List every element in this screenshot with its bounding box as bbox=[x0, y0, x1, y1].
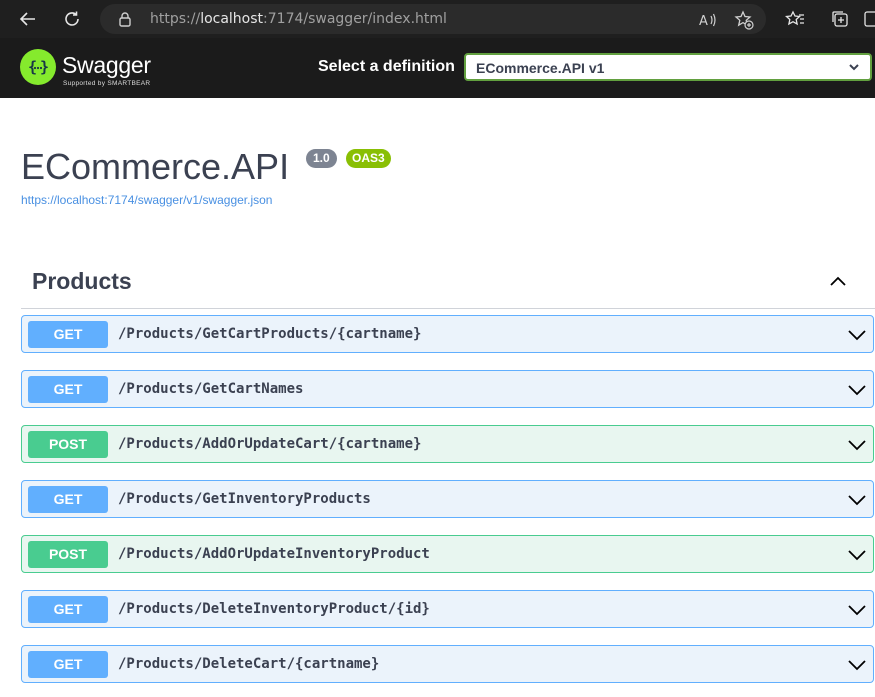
operation-block[interactable]: GET /Products/DeleteCart/{cartname} bbox=[21, 645, 874, 683]
method-badge: POST bbox=[28, 541, 108, 568]
svg-text:{: { bbox=[28, 58, 37, 76]
definition-select-label: Select a definition bbox=[318, 58, 455, 75]
operation-block[interactable]: GET /Products/GetCartNames bbox=[21, 370, 874, 408]
url-text: https://localhost:7174/swagger/index.htm… bbox=[150, 11, 447, 27]
operation-path: /Products/DeleteCart/{cartname} bbox=[118, 656, 380, 672]
operation-path: /Products/AddOrUpdateInventoryProduct bbox=[118, 546, 430, 562]
svg-text:A: A bbox=[699, 14, 708, 28]
lock-icon[interactable] bbox=[118, 11, 132, 32]
chevron-up-icon[interactable] bbox=[828, 272, 848, 297]
method-badge: GET bbox=[28, 596, 108, 623]
oas-badge: OAS3 bbox=[346, 149, 391, 168]
more-icon[interactable] bbox=[860, 6, 875, 32]
operation-path: /Products/GetCartNames bbox=[118, 381, 304, 397]
section-divider bbox=[21, 308, 875, 309]
collections-icon[interactable] bbox=[827, 6, 853, 32]
swagger-logo[interactable]: {} Swagger Supported by SMARTBEAR bbox=[20, 48, 170, 90]
back-icon[interactable] bbox=[15, 6, 41, 32]
operation-block[interactable]: POST /Products/AddOrUpdateCart/{cartname… bbox=[21, 425, 874, 463]
favorites-icon[interactable] bbox=[782, 6, 808, 32]
operation-path: /Products/GetCartProducts/{cartname} bbox=[118, 326, 422, 342]
browser-toolbar: https://localhost:7174/swagger/index.htm… bbox=[0, 0, 875, 38]
operation-block[interactable]: GET /Products/GetCartProducts/{cartname} bbox=[21, 315, 874, 353]
chevron-down-icon[interactable] bbox=[847, 326, 867, 349]
refresh-icon[interactable] bbox=[59, 6, 85, 32]
method-badge: GET bbox=[28, 321, 108, 348]
page-title: ECommerce.API bbox=[21, 146, 290, 187]
definition-select[interactable]: ECommerce.API v1 bbox=[464, 53, 872, 81]
operation-block[interactable]: GET /Products/GetInventoryProducts bbox=[21, 480, 874, 518]
chevron-down-icon[interactable] bbox=[847, 546, 867, 569]
chevron-down-icon[interactable] bbox=[847, 656, 867, 679]
chevron-down-icon[interactable] bbox=[847, 381, 867, 404]
method-badge: GET bbox=[28, 651, 108, 678]
add-favorite-icon[interactable] bbox=[734, 10, 754, 30]
method-badge: POST bbox=[28, 431, 108, 458]
operation-block[interactable]: GET /Products/DeleteInventoryProduct/{id… bbox=[21, 590, 874, 628]
spec-url-link[interactable]: https://localhost:7174/swagger/v1/swagge… bbox=[21, 193, 272, 207]
chevron-down-icon bbox=[848, 60, 860, 78]
tag-section-title[interactable]: Products bbox=[32, 268, 132, 295]
operation-path: /Products/GetInventoryProducts bbox=[118, 491, 371, 507]
method-badge: GET bbox=[28, 376, 108, 403]
swagger-logo-icon: {} bbox=[20, 49, 56, 85]
address-bar[interactable]: https://localhost:7174/swagger/index.htm… bbox=[100, 4, 766, 34]
chevron-down-icon[interactable] bbox=[847, 436, 867, 459]
swagger-logo-text: Swagger bbox=[62, 52, 151, 78]
chevron-down-icon[interactable] bbox=[847, 601, 867, 624]
version-badge: 1.0 bbox=[306, 149, 337, 168]
operation-path: /Products/AddOrUpdateCart/{cartname} bbox=[118, 436, 422, 452]
read-aloud-icon[interactable]: A bbox=[698, 10, 718, 30]
swagger-logo-subtext: Supported by SMARTBEAR bbox=[63, 80, 151, 87]
definition-select-value: ECommerce.API v1 bbox=[476, 60, 605, 76]
operation-path: /Products/DeleteInventoryProduct/{id} bbox=[118, 601, 430, 617]
method-badge: GET bbox=[28, 486, 108, 513]
chevron-down-icon[interactable] bbox=[847, 491, 867, 514]
operation-block[interactable]: POST /Products/AddOrUpdateInventoryProdu… bbox=[21, 535, 874, 573]
